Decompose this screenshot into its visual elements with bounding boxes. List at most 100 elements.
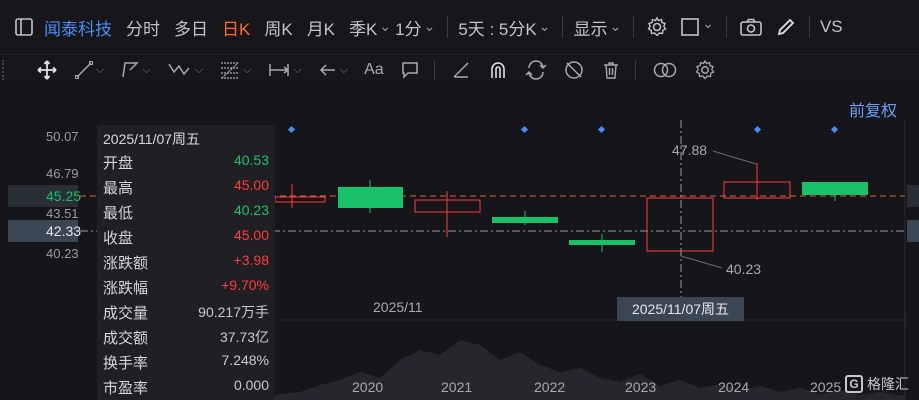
hide-icon[interactable] — [563, 59, 585, 81]
info-value: +9.70% — [221, 277, 269, 293]
multi-day-select[interactable]: 5天 : 5分K — [458, 15, 550, 40]
info-row-open: 开盘 40.53 — [103, 152, 269, 173]
info-value: 90.217万手 — [198, 304, 269, 320]
info-row-change: 涨跌额 +3.98 — [103, 252, 269, 273]
tab-weekly-k[interactable]: 周K — [264, 15, 292, 40]
adjustment-select[interactable]: 前复权 — [849, 97, 897, 121]
tab-quarterly-k[interactable]: 季K — [349, 15, 391, 40]
info-row-turnover: 成交额 37.73亿 — [103, 327, 269, 348]
comment-icon[interactable] — [400, 60, 420, 80]
top-toolbar: 闻泰科技 分时 多日 日K 周K 月K 季K 1分 5天 : 5分K 显示 VS — [0, 0, 919, 55]
event-marker — [830, 125, 839, 134]
range-icon[interactable]: ⌵ — [267, 60, 302, 80]
right-crosshair-tag — [907, 220, 919, 242]
x-axis-label: 2021 — [441, 379, 473, 395]
pencil-icon[interactable] — [775, 16, 797, 38]
move-icon[interactable] — [36, 59, 58, 81]
candle-up-selected — [646, 197, 714, 252]
info-value: 40.23 — [233, 202, 269, 218]
info-label: 最高 — [103, 180, 134, 197]
trash-icon[interactable] — [601, 60, 621, 80]
info-row-close: 收盘 45.00 — [103, 227, 269, 248]
chevron-down-icon: ⌵ — [96, 63, 105, 76]
x-axis-label: 2025/11 — [373, 299, 423, 315]
info-row-turnover-rate: 换手率 7.248% — [103, 352, 269, 373]
arrow-icon[interactable]: ⌵ — [318, 60, 348, 80]
info-value: 37.73亿 — [219, 329, 269, 345]
candle-up — [274, 196, 326, 203]
x-axis-label: 2022 — [534, 379, 566, 395]
fib-icon[interactable]: ⌵ — [219, 60, 251, 80]
info-value: 45.00 — [233, 227, 269, 243]
text-icon[interactable]: Aa — [364, 61, 384, 79]
polyline-icon[interactable]: ⌵ — [120, 60, 151, 80]
info-label: 最低 — [103, 205, 134, 222]
toolbar-grip — [2, 60, 6, 80]
chevron-down-icon: ⌵ — [243, 63, 252, 76]
tab-multi-day[interactable]: 多日 — [174, 15, 208, 40]
divider — [433, 60, 435, 80]
high-marker-label: 47.88 — [672, 142, 708, 158]
info-label: 涨跌额 — [103, 255, 149, 272]
chevron-down-icon: ⌵ — [142, 63, 151, 76]
drawing-toolbar: ⌵ ⌵ ⌵ ⌵ ⌵ ⌵ Aa — [0, 55, 919, 85]
chevron-down-icon: ⌵ — [339, 63, 349, 76]
layout-select-icon[interactable] — [680, 17, 714, 37]
divider — [634, 60, 636, 80]
divider — [808, 16, 810, 38]
info-label: 涨跌幅 — [103, 280, 149, 297]
event-markers — [287, 125, 839, 134]
y-axis-label: 43.51 — [46, 206, 79, 221]
wave-icon[interactable]: ⌵ — [167, 60, 203, 80]
x-axis-label: 2020 — [352, 379, 384, 395]
current-price-tag: 45.25 — [8, 185, 81, 207]
tab-monthly-k[interactable]: 月K — [307, 15, 335, 40]
sidebar-toggle-icon[interactable] — [14, 17, 34, 37]
candle-down — [338, 187, 403, 208]
magnet-icon[interactable] — [487, 59, 509, 81]
candle-down — [802, 182, 868, 195]
candle-down — [569, 240, 635, 245]
right-price-tag — [907, 185, 919, 207]
tab-daily-k[interactable]: 日K — [222, 15, 250, 40]
x-axis-label: 2025 — [810, 379, 842, 395]
info-row-high: 最高 45.00 — [103, 177, 269, 198]
line-icon[interactable]: ⌵ — [74, 60, 104, 80]
ohlc-info-panel: 2025/11/07周五 开盘 40.53 最高 45.00 最低 40.23 收盘 4… — [97, 125, 275, 400]
info-row-volume: 成交量 90.217万手 — [103, 302, 269, 323]
interval-select[interactable]: 1分 — [395, 15, 435, 40]
watermark-logo-icon: G — [845, 375, 863, 393]
info-label: 市盈率 — [103, 380, 149, 397]
ruler-icon[interactable] — [451, 60, 471, 80]
info-row-change-pct: 涨跌幅 +9.70% — [103, 277, 269, 298]
watermark-text: 格隆汇 — [867, 376, 909, 392]
info-value: 45.00 — [233, 177, 269, 193]
info-value: 7.248% — [221, 352, 269, 368]
display-select[interactable]: 显示 — [573, 15, 621, 40]
info-value: +3.98 — [233, 252, 269, 268]
compare-icon[interactable] — [652, 60, 678, 80]
chevron-down-icon: ⌵ — [194, 63, 204, 76]
compare-vs-button[interactable]: VS — [820, 17, 843, 37]
gear-icon[interactable] — [646, 16, 668, 38]
tab-intraday[interactable]: 分时 — [126, 15, 160, 40]
info-label: 成交额 — [103, 330, 149, 347]
low-marker-leader — [680, 255, 723, 269]
info-date: 2025/11/07周五 — [103, 131, 201, 147]
divider — [725, 16, 727, 38]
sync-icon[interactable] — [525, 59, 547, 81]
stock-name[interactable]: 闻泰科技 — [44, 15, 112, 40]
divider — [562, 16, 564, 38]
chevron-down-icon: ⌵ — [293, 63, 302, 76]
divider — [633, 16, 635, 38]
y-axis-label: 46.79 — [46, 166, 79, 181]
info-value: 0.000 — [233, 377, 269, 393]
y-axis-label: 50.07 — [46, 129, 79, 144]
crosshair-price-tag: 42.33 — [8, 220, 81, 242]
settings-icon[interactable] — [694, 59, 716, 81]
event-marker — [287, 125, 296, 134]
camera-icon[interactable] — [739, 17, 763, 37]
event-marker — [597, 125, 606, 134]
x-axis-label: 2024 — [718, 379, 750, 395]
crosshair-date-tag: 2025/11/07周五 — [617, 297, 744, 321]
